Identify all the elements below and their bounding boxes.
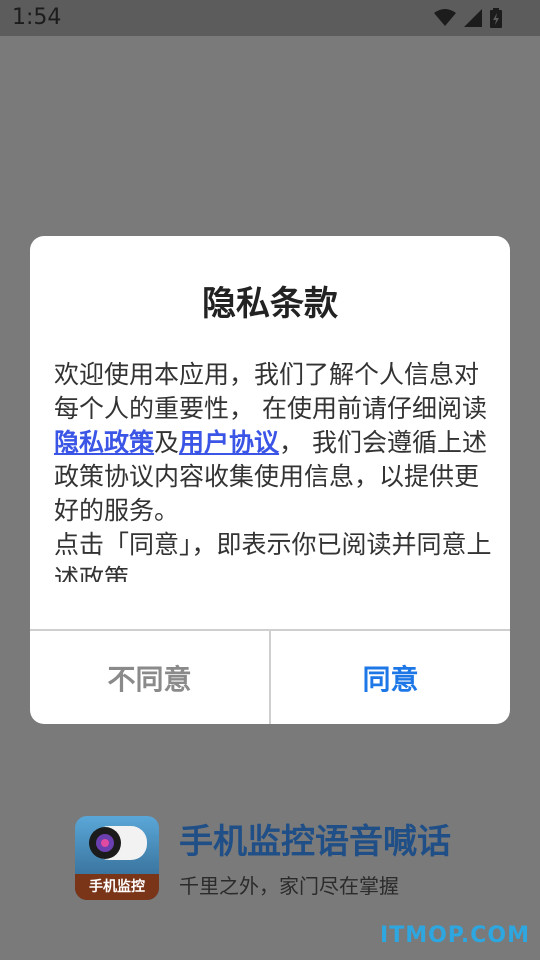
watermark: ITMOP.COM [380, 923, 530, 948]
signal-icon [464, 9, 482, 27]
app-icon: 手机监控 [75, 816, 159, 900]
app-icon-label: 手机监控 [75, 874, 159, 900]
body-and: 及 [154, 428, 180, 457]
battery-icon [490, 8, 502, 28]
status-bar: 1:54 [0, 0, 540, 36]
dialog-body[interactable]: 欢迎使用本应用，我们了解个人信息对每个人的重要性， 在使用前请仔细阅读隐私政策及… [54, 358, 494, 582]
body-text-1: 欢迎使用本应用，我们了解个人信息对每个人的重要性， 在使用前请仔细阅读 [54, 360, 487, 423]
privacy-policy-link[interactable]: 隐私政策 [54, 428, 154, 457]
brand-footer: 手机监控 手机监控语音喊话 千里之外，家门尽在掌握 [75, 816, 451, 900]
app-title: 手机监控语音喊话 [179, 822, 451, 862]
status-icons [434, 8, 502, 28]
brand-text: 手机监控语音喊话 千里之外，家门尽在掌握 [179, 816, 451, 899]
app-subtitle: 千里之外，家门尽在掌握 [179, 874, 399, 898]
agree-button[interactable]: 同意 [271, 631, 510, 724]
status-time: 1:54 [12, 5, 62, 30]
wifi-icon [434, 9, 456, 26]
privacy-dialog: 隐私条款 欢迎使用本应用，我们了解个人信息对每个人的重要性， 在使用前请仔细阅读… [30, 236, 510, 724]
body-text-3: 点击「同意」，即表示你已阅读并同意上述政策 [54, 530, 492, 582]
dialog-title: 隐私条款 [202, 284, 338, 324]
user-agreement-link[interactable]: 用户协议 [179, 428, 279, 457]
disagree-button[interactable]: 不同意 [30, 631, 269, 724]
camera-icon [89, 826, 147, 860]
